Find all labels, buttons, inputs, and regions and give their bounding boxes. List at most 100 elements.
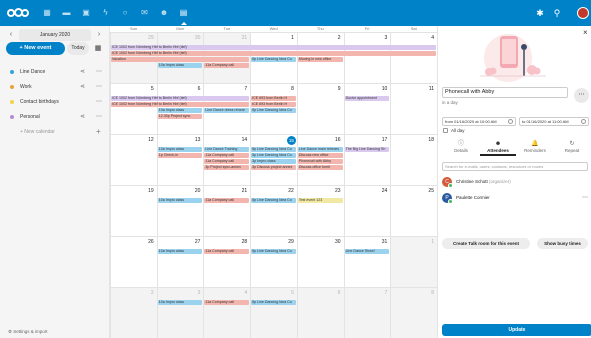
day-cell[interactable]: 30	[296, 237, 344, 287]
end-datetime-field[interactable]: to 01/16/2020 at 11:00 AM	[519, 117, 589, 126]
day-number[interactable]: 9	[338, 86, 341, 92]
day-number[interactable]: 8	[291, 86, 294, 92]
day-number[interactable]: 5	[151, 86, 154, 92]
event-chip[interactable]: 5p Line Dancing Idea Co	[251, 153, 296, 158]
day-number[interactable]: 14	[242, 137, 248, 143]
tab-attendees[interactable]: ☻ Attendees	[480, 140, 516, 156]
event-chip[interactable]: 11a Company call	[204, 153, 250, 158]
event-chip[interactable]: The Big Line Dancing Sh	[344, 147, 390, 152]
day-number[interactable]: 28	[242, 239, 248, 245]
day-cell[interactable]: 2	[110, 288, 157, 338]
event-chip[interactable]: Vacation	[111, 57, 250, 62]
contacts-menu-icon[interactable]: ⚲	[549, 0, 565, 26]
event-chip[interactable]: 5p Line Dancing Idea Co	[251, 198, 296, 203]
event-title-input[interactable]: Phonecall with Abby	[442, 87, 568, 98]
day-cell[interactable]: 23	[296, 186, 344, 236]
day-number[interactable]: 24	[382, 188, 388, 194]
day-number[interactable]: 31	[242, 35, 248, 41]
day-cell[interactable]: 7	[343, 288, 391, 338]
event-chip[interactable]: 10a Impro class	[157, 300, 203, 305]
checkbox-icon[interactable]	[443, 128, 448, 133]
event-chip[interactable]: 10a Impro class	[157, 249, 203, 254]
day-cell[interactable]: 1	[390, 237, 437, 287]
event-chip[interactable]: 5p Line Dancing Idea Co	[251, 249, 296, 254]
calendar-item[interactable]: Contact birthdays ⋯	[0, 96, 110, 108]
today-button[interactable]: Today	[67, 42, 89, 55]
day-cell[interactable]: 18	[390, 135, 437, 185]
day-cell[interactable]: 6	[296, 288, 344, 338]
create-talk-room-button[interactable]: Create Talk room for this event	[442, 238, 530, 249]
day-number[interactable]: 23	[335, 188, 341, 194]
event-chip[interactable]: 10a Impro class	[157, 147, 203, 152]
add-calendar-icon[interactable]: +	[96, 127, 101, 136]
more-actions-icon[interactable]: ⋯	[574, 88, 589, 103]
day-number[interactable]: 10	[382, 86, 388, 92]
day-cell[interactable]: 8	[390, 288, 437, 338]
event-chip[interactable]: 5p Line Dancing Idea Co	[251, 108, 296, 113]
day-number[interactable]: 25	[428, 188, 434, 194]
calendar-color-dot[interactable]	[10, 85, 14, 89]
day-number[interactable]: 11	[429, 86, 434, 92]
day-number[interactable]: 5	[291, 290, 294, 296]
day-number[interactable]: 12	[148, 137, 154, 143]
day-cell[interactable]: 17	[343, 135, 391, 185]
day-cell[interactable]: 22	[250, 186, 297, 236]
day-number[interactable]: 1	[431, 239, 434, 245]
event-chip[interactable]: 11a Company call	[204, 198, 250, 203]
activity-app-icon[interactable]: ϟ	[96, 0, 116, 26]
event-chip[interactable]: ICE 693 from Berlin H	[251, 96, 296, 101]
notifications-icon[interactable]: ✱	[532, 0, 548, 26]
more-icon[interactable]: ⋯	[96, 81, 102, 93]
event-chip[interactable]: Phonecall with Abby	[297, 159, 343, 164]
day-number[interactable]: 1	[291, 35, 294, 41]
event-chip[interactable]: Doctor appointment	[344, 96, 390, 101]
event-chip[interactable]: 3p Impro class	[251, 159, 296, 164]
event-chip[interactable]: 11a Company call	[204, 63, 250, 68]
view-switcher-icon[interactable]: ▦	[92, 42, 104, 55]
event-chip[interactable]: 5p Line Dancing Idea Co	[251, 147, 296, 152]
day-number[interactable]: 31	[382, 239, 388, 245]
day-number[interactable]: 29	[288, 239, 294, 245]
day-number[interactable]: 8	[431, 290, 434, 296]
event-chip[interactable]: 10a Impro class	[157, 198, 203, 203]
day-number[interactable]: 6	[338, 290, 341, 296]
event-chip[interactable]: Line Dance main rehears	[297, 147, 343, 152]
share-icon[interactable]: ⋖	[80, 111, 85, 123]
day-number[interactable]: 30	[195, 35, 201, 41]
day-number[interactable]: 2	[338, 35, 341, 41]
photos-app-icon[interactable]: ▣	[76, 0, 96, 26]
event-chip[interactable]: Line Dance Training	[204, 147, 250, 152]
event-chip[interactable]: Test event 123	[297, 198, 343, 203]
day-number[interactable]: 7	[384, 290, 387, 296]
calendar-color-dot[interactable]	[10, 70, 14, 74]
day-cell[interactable]: 19	[110, 186, 157, 236]
day-cell[interactable]: 11	[390, 84, 437, 134]
files-app-icon[interactable]: ▬	[57, 0, 77, 26]
share-icon[interactable]: ⋖	[80, 81, 85, 93]
day-cell[interactable]: 13	[156, 135, 204, 185]
event-chip[interactable]: 5p Line Dancing Idea Co	[251, 57, 296, 62]
mail-app-icon[interactable]: ✉	[135, 0, 155, 26]
day-cell[interactable]: 9	[296, 84, 344, 134]
day-number[interactable]: 18	[428, 137, 434, 143]
tab-repeat[interactable]: ↻ Repeat	[554, 140, 590, 156]
day-number[interactable]: 19	[148, 188, 154, 194]
month-picker-button[interactable]: January 2020	[19, 29, 91, 41]
day-number[interactable]: 27	[195, 239, 201, 245]
day-cell[interactable]: 4	[390, 33, 437, 83]
event-chip[interactable]: ICE 1002 from Nürnberg Hbf to Berlin Hbf…	[111, 45, 436, 50]
calendar-item[interactable]: Personal ⋖ ⋯	[0, 111, 110, 123]
new-event-button[interactable]: + New event	[6, 42, 65, 55]
day-number[interactable]: 3	[198, 290, 201, 296]
dashboard-app-icon[interactable]: ▦	[37, 0, 57, 26]
day-cell[interactable]: 21	[203, 186, 250, 236]
event-chip[interactable]: Line Dance Show!	[344, 249, 390, 254]
attendee-row[interactable]: P Paulette Cormier ⋯	[442, 193, 588, 205]
day-number[interactable]: 4	[431, 35, 434, 41]
day-cell[interactable]: 10	[343, 84, 391, 134]
event-chip[interactable]: Discuss new office	[297, 153, 343, 158]
day-cell[interactable]: 27	[156, 237, 204, 287]
today-day-number[interactable]: 15	[286, 136, 296, 145]
day-cell[interactable]: 5	[250, 288, 297, 338]
attendee-row[interactable]: C Christine Schott (organizer)	[442, 177, 588, 189]
